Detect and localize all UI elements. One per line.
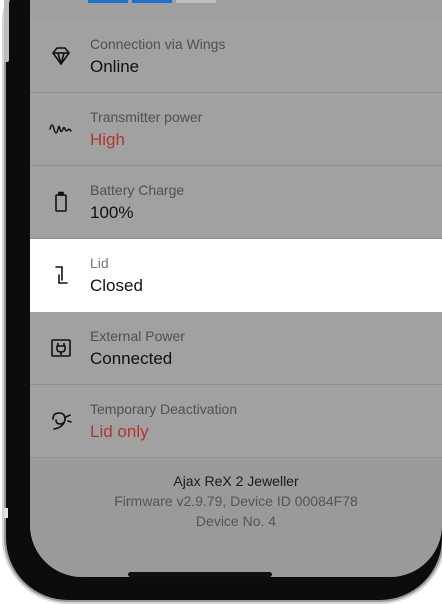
row-value: Closed [90, 275, 143, 295]
indicator-bar [88, 0, 128, 3]
row-label: Lid [90, 254, 109, 271]
row-external-power[interactable]: External Power Connected [30, 312, 442, 385]
side-mark [4, 508, 8, 518]
row-temporary-deactivation[interactable]: Temporary Deactivation Lid only [30, 385, 442, 458]
row-value: 100% [90, 202, 134, 222]
row-connection-via-wings[interactable]: Connection via Wings Online [30, 20, 442, 93]
indicator-bar [132, 0, 172, 3]
battery-icon [30, 190, 88, 214]
row-battery-charge[interactable]: Battery Charge 100% [30, 166, 442, 239]
signal-wave-icon [30, 117, 88, 141]
lid-icon [30, 263, 88, 287]
device-status-list: Connection via Wings Online Transmitter … [30, 20, 442, 458]
top-indicator-bars [88, 0, 216, 3]
plug-icon [30, 336, 88, 360]
firmware-info: Firmware v2.9.79, Device ID 00084F78 [114, 493, 358, 509]
row-label: Temporary Deactivation [90, 400, 238, 417]
row-label: Battery Charge [90, 181, 185, 198]
deactivation-icon [30, 409, 88, 433]
row-label: Connection via Wings [90, 35, 226, 52]
row-value: Connected [90, 348, 173, 368]
row-label: External Power [90, 327, 185, 344]
row-value: Lid only [90, 421, 149, 441]
home-indicator[interactable] [128, 572, 272, 577]
wings-diamond-icon [30, 44, 88, 68]
row-transmitter-power[interactable]: Transmitter power High [30, 93, 442, 166]
row-value: Online [90, 56, 140, 76]
row-label: Transmitter power [90, 108, 203, 125]
device-name: Ajax ReX 2 Jeweller [173, 473, 299, 489]
side-button [4, 0, 9, 62]
row-lid[interactable]: Lid Closed [30, 239, 442, 312]
device-info-footer: Ajax ReX 2 Jeweller Firmware v2.9.79, De… [30, 460, 442, 577]
row-value: High [90, 129, 125, 149]
screen: Connection via Wings Online Transmitter … [30, 0, 442, 577]
device-number: Device No. 4 [195, 513, 277, 529]
indicator-bar [176, 0, 216, 3]
